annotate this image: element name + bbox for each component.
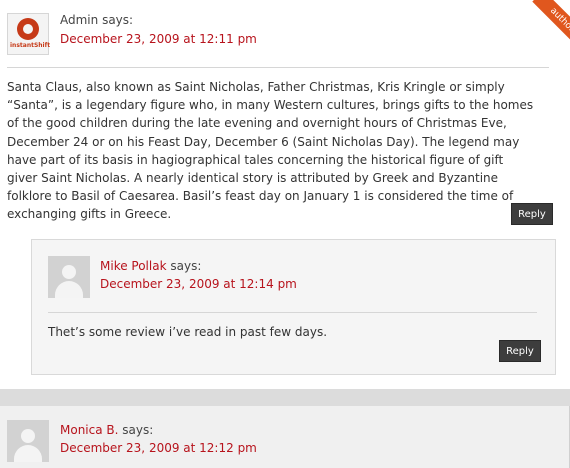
says-label: says: (170, 259, 202, 273)
avatar: instantShift (7, 13, 51, 55)
divider (7, 67, 549, 68)
default-avatar-icon (48, 256, 90, 298)
comment-date-link[interactable]: December 23, 2009 at 12:12 pm (60, 441, 257, 455)
comment-author-name: Admin (60, 13, 99, 27)
comment-author-link[interactable]: Monica B. (60, 423, 118, 437)
comment-date-link[interactable]: December 23, 2009 at 12:14 pm (100, 277, 297, 291)
says-label: says: (122, 423, 154, 437)
author-badge-label: author (532, 0, 570, 44)
says-label: says: (102, 13, 134, 27)
comment-author-line: Admin says: (60, 13, 133, 27)
comment-reply-mike-pollak: Mike Pollak says: December 23, 2009 at 1… (31, 239, 556, 375)
reply-button[interactable]: Reply (499, 340, 541, 362)
author-badge: author (526, 0, 570, 44)
comment-separator (0, 389, 570, 406)
comment-body: Santa Claus, also known as Saint Nichola… (7, 80, 534, 222)
comment-body: Thet’s some review i’ve read in past few… (48, 325, 328, 339)
reply-button[interactable]: Reply (511, 203, 553, 225)
avatar-logo-text: instantShift (10, 42, 51, 49)
instantshift-logo-icon (17, 18, 39, 40)
comment-author-line: Mike Pollak says: (100, 259, 201, 273)
comment-date-link[interactable]: December 23, 2009 at 12:11 pm (60, 32, 257, 46)
comment-author-line: Monica B. says: (60, 423, 153, 437)
comment-author-link[interactable]: Mike Pollak (100, 259, 167, 273)
comment-admin: instantShift Admin says: December 23, 20… (0, 0, 570, 239)
comment-monica-b: Monica B. says: December 23, 2009 at 12:… (0, 406, 570, 468)
divider (48, 312, 537, 313)
default-avatar-icon (7, 420, 49, 462)
